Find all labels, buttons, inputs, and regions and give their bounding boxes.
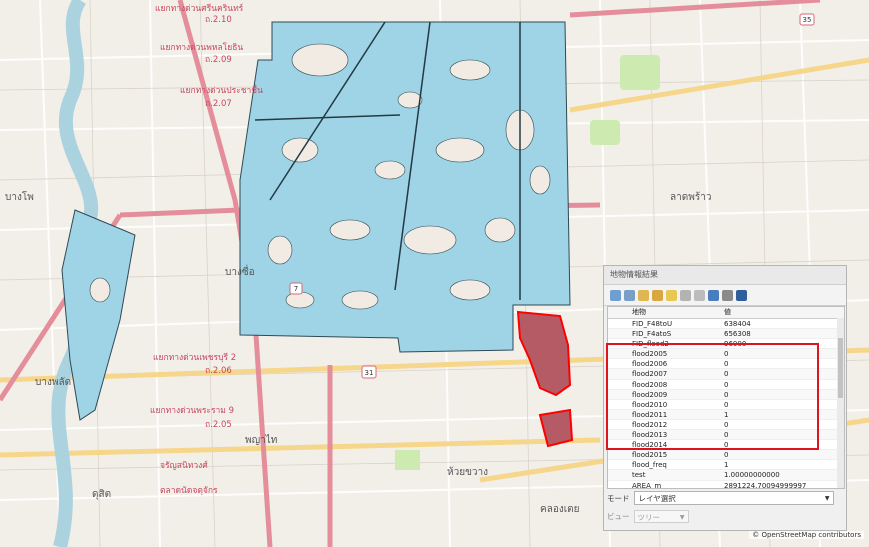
- table-row[interactable]: AREA_m 2891224.70094999997: [608, 481, 844, 489]
- map-label: ถ.2.09: [205, 55, 232, 65]
- panel-toolbar: [604, 285, 846, 306]
- chevron-down-icon: ▼: [824, 495, 830, 502]
- table-row[interactable]: flood2010 0: [608, 400, 844, 410]
- district-label: บางพลัด: [35, 377, 71, 388]
- highlight-icon[interactable]: [666, 289, 677, 301]
- mode-select[interactable]: レイヤ選択 ▼: [633, 491, 834, 505]
- view-label: ビュー: [607, 512, 630, 521]
- district-label: พญาไท: [245, 434, 277, 446]
- table-row[interactable]: flood_freq 1: [608, 460, 844, 471]
- help-icon[interactable]: [736, 289, 747, 301]
- expand-icon[interactable]: [610, 289, 621, 301]
- district-label: ห้วยขวาง: [447, 466, 488, 478]
- identify-results-panel: 地物情報結果 地物 値 FID_F48toU 638404 FID_F4atoS 6…: [603, 265, 847, 531]
- mode-row: モード レイヤ選択 ▼: [607, 491, 834, 505]
- clear-icon[interactable]: [652, 289, 663, 301]
- table-row[interactable]: FID_flood2 96000: [608, 339, 844, 350]
- map-label: แยกทางด่วนพหลโยธิน: [160, 42, 243, 53]
- table-row[interactable]: flood2011 1: [608, 409, 844, 420]
- panel-title: 地物情報結果: [604, 266, 846, 285]
- column-feature[interactable]: 地物: [608, 307, 720, 318]
- district-label: ดุสิต: [92, 489, 111, 500]
- map-label: ถ.2.10: [205, 15, 232, 25]
- vertical-scrollbar[interactable]: [837, 318, 844, 488]
- view-select[interactable]: ツリー ▼: [633, 510, 689, 523]
- map-label: แยกทางด่วนเพชรบุรี 2: [153, 352, 236, 363]
- chevron-down-icon: ▼: [679, 514, 685, 521]
- table-row[interactable]: test 1.00000000000: [608, 470, 844, 481]
- map-label: ถ.2.07: [205, 99, 232, 109]
- map-label: ถ.2.05: [205, 420, 232, 430]
- map-label: ตลาดนัดจตุจักร: [160, 486, 218, 496]
- expand-new-icon[interactable]: [638, 289, 649, 301]
- district-label: คลองเตย: [540, 504, 579, 515]
- settings-icon[interactable]: [722, 289, 733, 301]
- table-row[interactable]: flood2014 0: [608, 440, 844, 451]
- results-table: 地物 値 FID_F48toU 638404 FID_F4atoS 656308 F…: [607, 306, 845, 489]
- view-row: ビュー ツリー ▼: [607, 510, 689, 523]
- view-value: ツリー: [637, 513, 661, 522]
- table-row[interactable]: flood2012 0: [608, 420, 844, 431]
- map-label: แยกทางด่วนพระราม 9: [150, 406, 234, 416]
- table-row[interactable]: flood2005 0: [608, 349, 844, 360]
- table-row[interactable]: flood2009 0: [608, 389, 844, 400]
- road-shield-7: 7: [294, 285, 298, 293]
- table-row[interactable]: flood2008 0: [608, 380, 844, 390]
- mode-label: モード: [607, 493, 630, 503]
- identify-mode-icon[interactable]: [708, 289, 719, 301]
- collapse-icon[interactable]: [624, 289, 635, 301]
- map-label: ถ.2.06: [205, 366, 232, 376]
- map-attribution: © OpenStreetMap contributors: [749, 531, 864, 539]
- map-label: จรัญสนิทวงศ์: [160, 460, 208, 471]
- table-row[interactable]: flood2015 0: [608, 450, 844, 461]
- print-icon[interactable]: [694, 289, 705, 301]
- table-header: 地物 値: [608, 307, 844, 319]
- district-label: บางโพ: [5, 190, 34, 203]
- district-label: บางซื่อ: [225, 264, 255, 278]
- district-label: ลาดพร้าว: [670, 191, 711, 203]
- map-label: แยกทางด่วนประชาชื่น: [180, 84, 263, 96]
- road-shield-31: 31: [365, 369, 374, 377]
- column-value[interactable]: 値: [720, 307, 844, 318]
- mode-value: レイヤ選択: [638, 494, 676, 503]
- table-row[interactable]: FID_F48toU 638404: [608, 319, 844, 330]
- map-label: แยกทางด่วนศรีนครินทร์: [155, 3, 244, 14]
- table-row[interactable]: flood2007 0: [608, 369, 844, 380]
- results-rows: FID_F48toU 638404 FID_F4atoS 656308 FID_fl…: [608, 319, 844, 489]
- table-row[interactable]: FID_F4atoS 656308: [608, 329, 844, 340]
- copy-icon[interactable]: [680, 289, 691, 301]
- table-row[interactable]: flood2006 0: [608, 359, 844, 370]
- table-row[interactable]: flood2013 0: [608, 430, 844, 441]
- scrollbar-thumb[interactable]: [838, 338, 843, 398]
- road-shield-35: 35: [803, 16, 812, 24]
